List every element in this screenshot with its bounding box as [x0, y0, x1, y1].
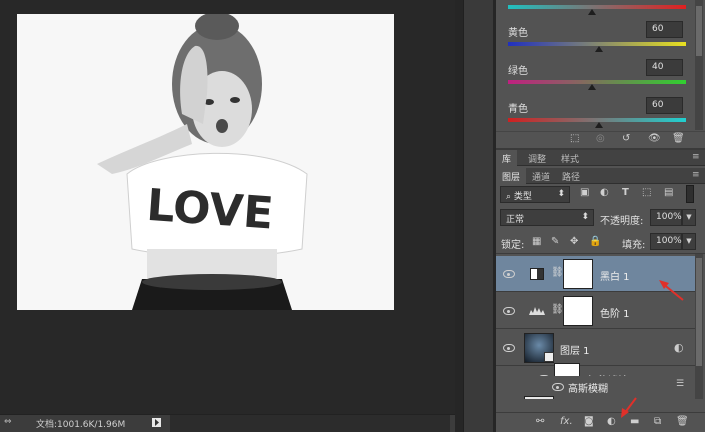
- red-arrow-pointing-to-adjustment-button: [621, 397, 637, 418]
- annotation-overlay: [621, 280, 684, 418]
- red-arrow-pointing-to-bw-layer: [659, 280, 684, 301]
